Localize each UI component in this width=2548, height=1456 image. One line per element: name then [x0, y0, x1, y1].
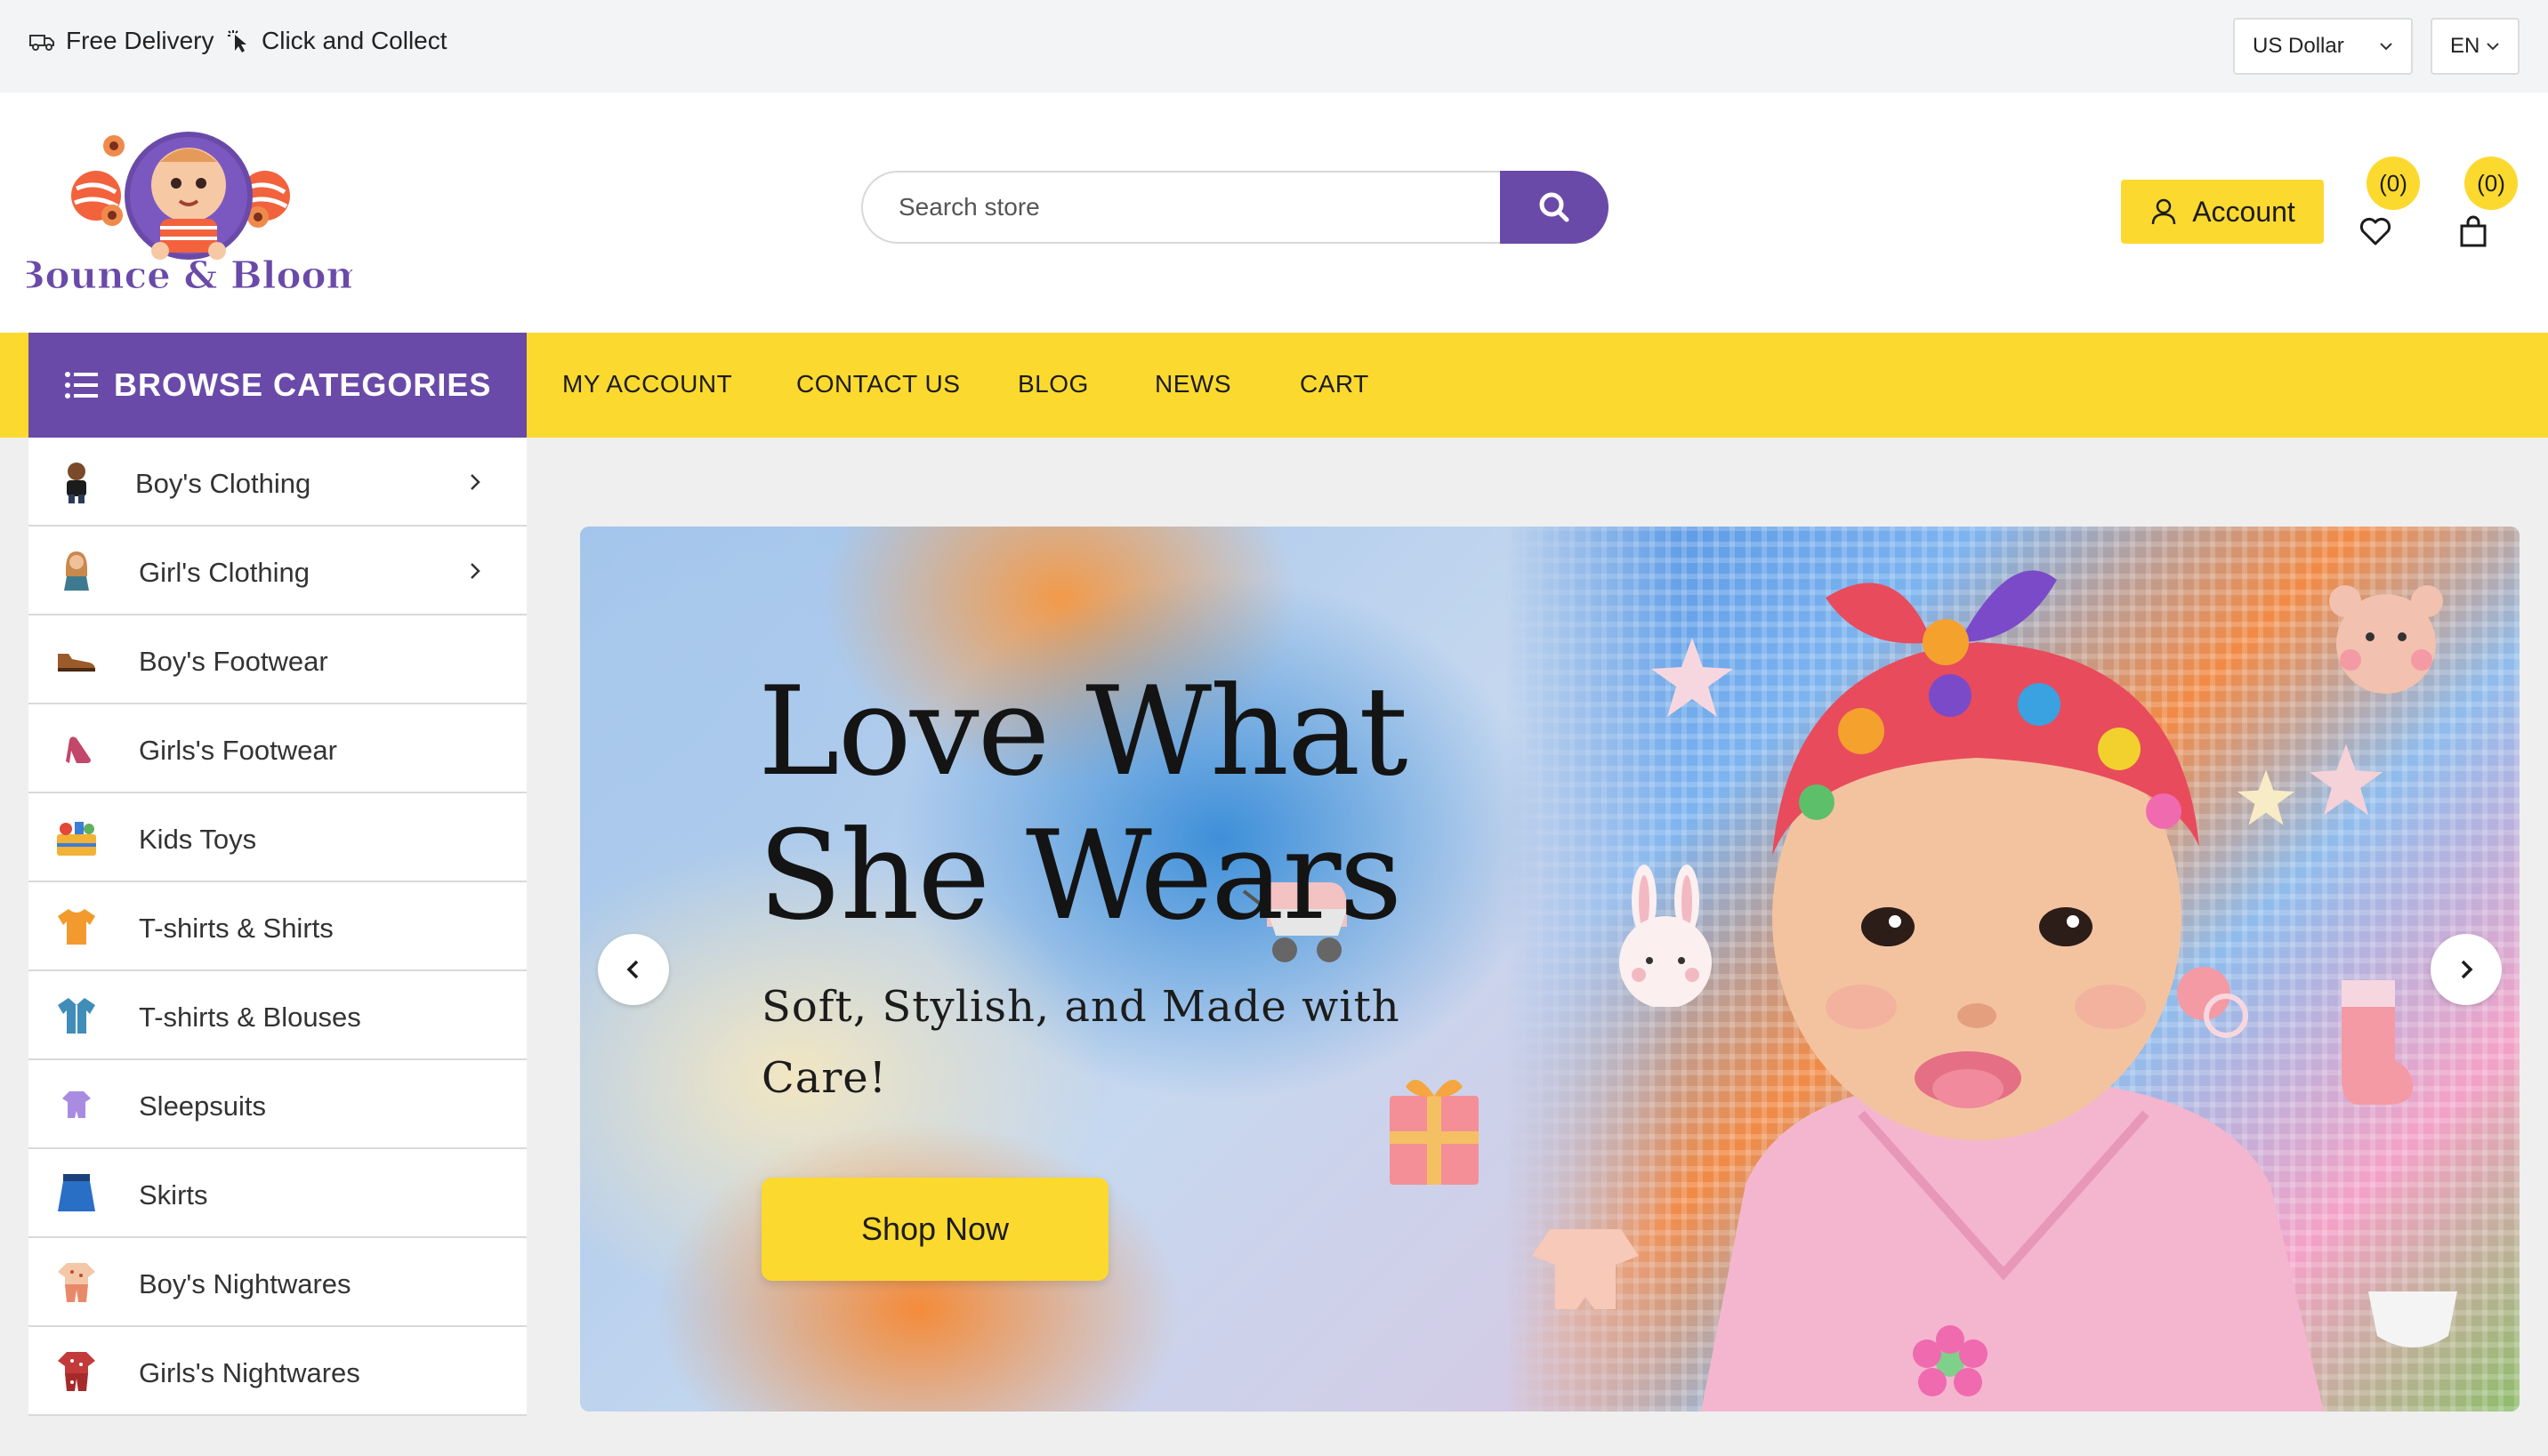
slider-next-button[interactable] [2431, 934, 2502, 1005]
search-icon [1539, 192, 1569, 222]
category-item-tshirts-shirts[interactable]: T-shirts & Shirts [28, 882, 527, 971]
list-menu-icon [65, 372, 98, 398]
chevron-down-icon [2380, 43, 2392, 51]
category-item-tshirts-blouses[interactable]: T-shirts & Blouses [28, 971, 527, 1060]
top-bar: Free Delivery Click and Collect US Dolla… [0, 0, 2548, 93]
wishlist-count-badge: (0) [2367, 157, 2420, 210]
delivery-truck-icon [29, 35, 54, 51]
search-input[interactable] [861, 171, 1502, 244]
click-collect-promo: Click and Collect [224, 27, 448, 55]
category-sidebar: Boy's Clothing Girl's Clothing Boy's Foo… [28, 438, 527, 1416]
category-label: Boy's Clothing [135, 468, 311, 499]
chevron-right-icon [2461, 960, 2473, 979]
banner-title: Love What She Wears [758, 660, 1408, 947]
currency-select[interactable]: US Dollar [2233, 18, 2413, 75]
chevron-right-icon [471, 563, 480, 579]
category-label: Girls's Footwear [139, 735, 337, 766]
category-label: Boy's Nightwares [139, 1268, 351, 1299]
pacifier-icon [2177, 967, 2248, 1038]
category-item-girls-clothing[interactable]: Girl's Clothing [28, 527, 527, 615]
sock-icon [2342, 980, 2413, 1105]
category-item-boys-nightwares[interactable]: Boy's Nightwares [28, 1238, 527, 1327]
baby-logo-icon: Bounce & Bloom [13, 132, 366, 298]
category-label: Sleepsuits [139, 1090, 267, 1122]
teddy-bear-icon [2329, 585, 2443, 694]
category-item-sleepsuits[interactable]: Sleepsuits [28, 1060, 527, 1149]
flower-button-icon [1913, 1325, 1988, 1396]
heart-icon [2359, 217, 2391, 245]
category-item-girls-nightwares[interactable]: Girls's Nightwares [28, 1327, 527, 1416]
tshirt-icon [55, 905, 98, 948]
girl-nightwear-icon [55, 1350, 98, 1393]
category-label: Boy's Footwear [139, 646, 328, 677]
sleepsuit-icon [55, 1083, 98, 1126]
girl-icon [55, 550, 98, 592]
nav-my-account[interactable]: MY ACCOUNT [562, 370, 732, 398]
site-logo[interactable]: Bounce & Bloom [13, 126, 366, 301]
category-item-boys-clothing[interactable]: Boy's Clothing [28, 438, 527, 527]
wishlist-button[interactable] [2354, 208, 2404, 258]
category-label: Girl's Clothing [139, 557, 310, 588]
chevron-down-icon [2487, 43, 2499, 51]
currency-value: US Dollar [2253, 34, 2344, 58]
nav-news[interactable]: NEWS [1155, 370, 1231, 398]
star-decoration-icon [2309, 744, 2383, 816]
boy-nightwear-icon [55, 1261, 98, 1304]
pointer-click-icon [228, 30, 246, 52]
blouse-icon [55, 994, 98, 1037]
click-collect-text: Click and Collect [262, 27, 448, 54]
hero-banner: Love What She Wears Soft, Stylish, and M… [580, 527, 2520, 1412]
category-item-girls-footwear[interactable]: Girls's Footwear [28, 704, 527, 793]
search-button[interactable] [1500, 171, 1609, 244]
cart-count-badge: (0) [2464, 157, 2518, 210]
category-item-boys-footwear[interactable]: Boy's Footwear [28, 615, 527, 704]
browse-categories-button[interactable]: BROWSE CATEGORIES [28, 333, 527, 438]
main-nav: BROWSE CATEGORIES MY ACCOUNT CONTACT US … [0, 333, 2548, 438]
slider-prev-button[interactable] [598, 934, 669, 1005]
cart-button[interactable] [2452, 208, 2502, 258]
bunny-icon [1619, 865, 1712, 1007]
category-item-kids-toys[interactable]: Kids Toys [28, 793, 527, 882]
nav-blog[interactable]: BLOG [1018, 370, 1089, 398]
category-label: Skirts [139, 1179, 208, 1211]
account-button[interactable]: Account [2121, 180, 2324, 244]
nav-contact-us[interactable]: CONTACT US [796, 370, 960, 398]
boy-icon [55, 461, 98, 503]
star-decoration-icon [1651, 638, 1733, 717]
user-icon [2151, 198, 2176, 225]
nav-cart[interactable]: CART [1300, 370, 1369, 398]
shoe-icon [55, 639, 98, 681]
toys-icon [55, 816, 98, 859]
shop-now-button[interactable]: Shop Now [762, 1178, 1109, 1281]
diaper-icon [2368, 1291, 2457, 1347]
site-header: Bounce & Bloom Account [0, 93, 2548, 333]
free-delivery-promo: Free Delivery [28, 27, 214, 55]
free-delivery-text: Free Delivery [66, 27, 214, 54]
star-decoration-icon [2237, 769, 2295, 825]
browse-categories-label: BROWSE CATEGORIES [114, 366, 492, 403]
language-value: EN [2450, 34, 2480, 58]
high-heel-icon [55, 728, 98, 770]
banner-subtitle: Soft, Stylish, and Made with Care! [762, 982, 1400, 1103]
onesie-icon [1532, 1229, 1639, 1309]
logo-wordmark: Bounce & Bloom [27, 253, 352, 297]
shopping-bag-icon [2460, 215, 2487, 247]
account-label: Account [2192, 195, 2295, 228]
chevron-right-icon [471, 474, 480, 490]
language-select[interactable]: EN [2431, 18, 2520, 75]
chevron-left-icon [626, 960, 639, 979]
category-label: T-shirts & Shirts [139, 913, 334, 944]
skirt-icon [55, 1172, 98, 1215]
category-label: Kids Toys [139, 824, 257, 855]
category-item-skirts[interactable]: Skirts [28, 1149, 527, 1238]
category-label: Girls's Nightwares [139, 1357, 360, 1388]
category-label: T-shirts & Blouses [139, 1002, 361, 1033]
search-bar [861, 171, 1609, 244]
